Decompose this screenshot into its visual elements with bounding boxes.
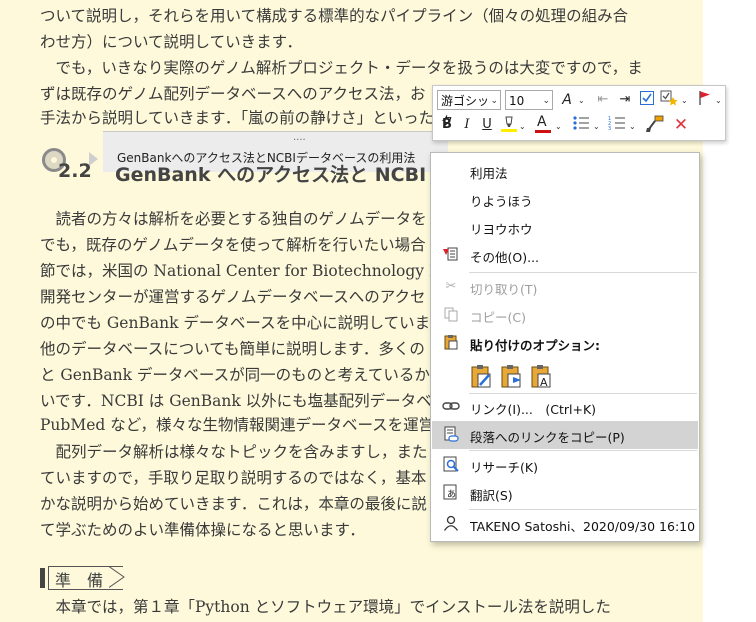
body-text-line: 開発センターが運営するゲノムデータベースへのアクセ xyxy=(40,288,426,306)
svg-text:3: 3 xyxy=(608,126,611,131)
clipboard-icon xyxy=(442,334,460,352)
svg-text:A: A xyxy=(540,376,548,389)
menu-item-translate[interactable]: あ 翻訳(S) xyxy=(432,479,698,507)
menu-item-label: TAKENO Satoshi、2020/09/30 16:10 xyxy=(470,519,696,534)
research-icon xyxy=(442,456,460,474)
menu-item-label: 貼り付けのオプション: xyxy=(470,338,600,353)
body-text-line: 他のデータベースについても簡単に説明します．多くの xyxy=(40,340,425,358)
paste-text-only-icon[interactable]: A xyxy=(529,363,555,389)
menu-item-label: 翻訳(S) xyxy=(470,488,513,503)
body-text-line: ずは既存のゲノム配列データベースへのアクセス法，お xyxy=(40,85,426,103)
menu-item-suggestion[interactable]: 利用法 xyxy=(432,157,698,185)
body-text-line: て学ぶためのよい準備体操になると思います． xyxy=(40,521,365,539)
menu-item-research[interactable]: リサーチ(K) xyxy=(432,451,698,479)
tag-star-icon[interactable] xyxy=(659,90,679,110)
copy-icon xyxy=(442,306,460,324)
chevron-down-icon[interactable]: ⌄ xyxy=(555,122,562,131)
menu-item-label: 利用法 xyxy=(470,166,508,181)
body-text-line: 手法から説明していきます．「嵐の前の静けさ」といった xyxy=(40,109,435,127)
chevron-down-icon[interactable]: ⌄ xyxy=(542,91,550,111)
subheading-arrow-icon xyxy=(109,566,125,588)
menu-item-label: リヨウホウ xyxy=(470,222,533,237)
link-icon xyxy=(442,398,460,416)
chevron-down-icon[interactable]: ⌄ xyxy=(593,122,600,131)
body-text-line: 配列データ解析は様々なトピックを含みますし，また xyxy=(40,443,428,461)
menu-item-label: リンク(I)... (Ctrl+K) xyxy=(470,402,597,417)
paragraph-link-icon xyxy=(442,426,460,444)
paste-merge-formatting-icon[interactable] xyxy=(499,363,525,389)
chevron-down-icon[interactable]: ⌄ xyxy=(578,96,585,105)
font-size-combo[interactable]: 10 ⌄ xyxy=(505,90,553,110)
chevron-down-icon[interactable]: ⌄ xyxy=(715,96,722,105)
menu-item-label: リサーチ(K) xyxy=(470,460,538,475)
menu-item-paste-options: 貼り付けのオプション: xyxy=(432,329,698,357)
underline-button[interactable]: U xyxy=(477,115,497,135)
body-text-line: でも，既存のゲノムデータを使って解析を行いたい場合 xyxy=(40,236,426,254)
menu-item-label: 段落へのリンクをコピー(P) xyxy=(470,430,625,445)
styles-icon[interactable]: A xyxy=(557,90,577,110)
menu-item-suggestion[interactable]: りようほう xyxy=(432,185,698,213)
chevron-down-icon[interactable]: ⌄ xyxy=(681,96,688,105)
bullet-list-icon[interactable] xyxy=(571,115,591,135)
context-menu: 利用法 りようほう リヨウホウ その他(O)... ✂ 切り取り(T) コピー(… xyxy=(430,152,700,542)
flag-icon[interactable] xyxy=(695,90,715,110)
body-text-line: の中でも GenBank データベースを中心に説明していま xyxy=(40,314,431,332)
menu-item-label: 切り取り(T) xyxy=(470,282,538,297)
menu-item-more[interactable]: その他(O)... xyxy=(432,241,698,269)
menu-item-link[interactable]: リンク(I)... (Ctrl+K) xyxy=(432,393,698,421)
body-text-line: でも，いきなり実際のゲノム解析プロジェクト・データを扱うのは大変ですので，ま xyxy=(40,59,643,77)
heading-bar xyxy=(40,568,45,588)
chevron-down-icon[interactable]: ⌄ xyxy=(629,122,636,131)
decrease-indent-icon[interactable]: ⇤ xyxy=(593,90,613,110)
body-text-line: かな説明から始めていきます．これは，本章の最後に説 xyxy=(40,495,427,513)
menu-item-cut[interactable]: ✂ 切り取り(T) xyxy=(432,273,698,301)
body-text-line: わせ方）について説明していきます． xyxy=(40,33,302,51)
font-color-letter: A xyxy=(537,114,547,130)
body-text-line: 節では，米国の National Center for Biotechnolog… xyxy=(40,262,461,280)
menu-item-label: りようほう xyxy=(470,194,533,209)
menu-item-copy[interactable]: コピー(C) xyxy=(432,301,698,329)
menu-item-author-info[interactable]: TAKENO Satoshi、2020/09/30 16:10 xyxy=(432,510,698,538)
resize-grip[interactable]: .... xyxy=(293,132,306,143)
body-text-line: と GenBank データベースが同一のものと考えているか xyxy=(40,366,430,384)
font-name-combo[interactable]: 游ゴシック ⌄ xyxy=(437,90,501,128)
menu-item-label: その他(O)... xyxy=(470,250,540,265)
format-painter-icon[interactable] xyxy=(645,115,665,135)
font-color-swatch xyxy=(535,130,551,133)
increase-indent-icon[interactable]: ⇥ xyxy=(615,90,635,110)
scissors-icon: ✂ xyxy=(445,279,457,294)
paste-keep-formatting-icon[interactable] xyxy=(469,363,495,389)
chevron-down-icon[interactable]: ⌄ xyxy=(519,122,526,131)
body-text-line: ていますので，手取り足取り説明するのではなく，基本 xyxy=(40,469,427,487)
body-text-line: PubMed など，様々な生物情報関連データベースを運営 xyxy=(40,416,435,434)
person-icon xyxy=(442,515,460,533)
bold-button[interactable]: B xyxy=(437,115,457,135)
translate-icon: あ xyxy=(442,484,460,502)
menu-item-suggestion[interactable]: リヨウホウ xyxy=(432,213,698,241)
body-text-line: ついて説明し，それらを用いて構成する標準的なパイプライン（個々の処理の組み合 xyxy=(40,7,629,25)
numbered-list-icon[interactable]: 123 xyxy=(607,115,627,135)
spelling-icon xyxy=(442,246,460,264)
body-text-line: いです．NCBI は GenBank 以外にも塩基配列データベ xyxy=(40,392,432,410)
section-title: GenBank へのアクセス法と NCBI デ xyxy=(115,164,452,186)
font-size-value: 10 xyxy=(509,94,525,108)
section-number: 2.2 xyxy=(58,160,92,182)
body-text-line: 読者の方々は解析を必要とする独自のゲノムデータを xyxy=(40,210,427,228)
menu-item-label: コピー(C) xyxy=(470,310,526,325)
clear-formatting-icon[interactable]: ✕ xyxy=(671,115,691,135)
chevron-down-icon[interactable]: ⌄ xyxy=(490,91,498,111)
highlighter-icon[interactable] xyxy=(499,115,519,135)
font-color-icon[interactable]: A xyxy=(533,114,553,135)
mini-formatting-toolbar: 游ゴシック ⌄ 10 ⌄ A ⌄ ⇤ ⇥ ⌄ ⌄ B I U ⌄ A ⌄ ⌄ 1… xyxy=(432,85,726,141)
body-text-line: 本章では，第１章「Python とソフトウェア環境」でインストール法を説明した xyxy=(40,598,611,616)
italic-button[interactable]: I xyxy=(457,115,477,135)
menu-item-copy-paragraph-link[interactable]: 段落へのリンクをコピー(P) xyxy=(432,421,698,449)
checkbox-icon[interactable] xyxy=(637,90,657,110)
svg-text:あ: あ xyxy=(447,489,456,500)
